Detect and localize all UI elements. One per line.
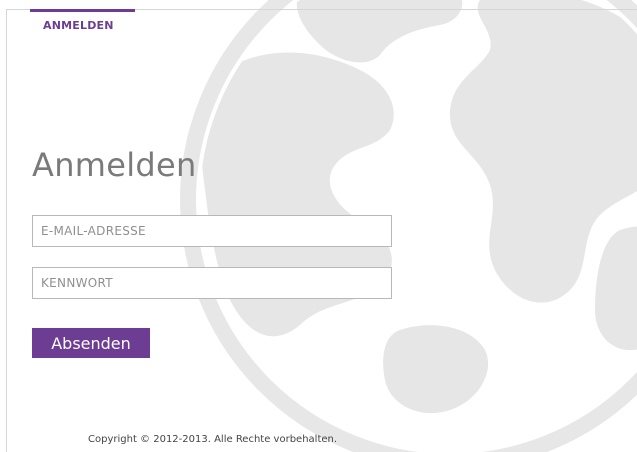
page-title: Anmelden (32, 146, 197, 184)
tab-anmelden[interactable]: ANMELDEN (30, 9, 135, 32)
submit-button[interactable]: Absenden (32, 328, 150, 358)
tab-anmelden-label: ANMELDEN (43, 19, 114, 32)
password-field[interactable] (32, 267, 392, 299)
tab-active-indicator (30, 9, 135, 12)
email-field[interactable] (32, 215, 392, 247)
login-page: ANMELDEN Anmelden Absenden Copyright © 2… (0, 0, 637, 452)
copyright-text: Copyright © 2012-2013. Alle Rechte vorbe… (88, 434, 338, 445)
left-border-divider (6, 9, 7, 452)
